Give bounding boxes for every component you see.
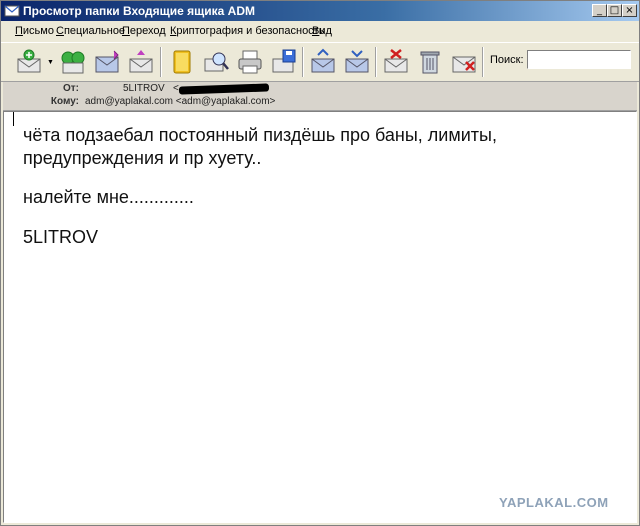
chevron-down-icon[interactable]: ▼ xyxy=(47,59,54,66)
toolbar-separator xyxy=(302,47,304,77)
save-button[interactable] xyxy=(269,47,299,77)
menu-letter-accel: П xyxy=(15,25,23,37)
message-line: чёта подзаебал постоянный пиздёшь про ба… xyxy=(23,125,497,145)
delete-mark-button[interactable] xyxy=(381,47,411,77)
message-signature: 5LITROV xyxy=(23,227,99,247)
menu-view[interactable]: Вид xyxy=(312,25,332,37)
address-book-button[interactable] xyxy=(167,47,197,77)
message-line: предупреждения и пр хуету.. xyxy=(23,148,262,168)
menu-special-accel: С xyxy=(56,25,64,37)
maximize-button[interactable]: □ xyxy=(607,4,622,17)
new-mail-icon xyxy=(17,49,41,73)
from-name[interactable]: 5LITROV xyxy=(123,83,165,94)
menu-crypto[interactable]: Криптография и безопасность xyxy=(170,25,324,37)
toolbar-separator xyxy=(375,47,377,77)
mail-viewer-window: Просмотр папки Входящие ящика ADM _ □ × … xyxy=(0,0,640,526)
menu-special[interactable]: Специальное xyxy=(56,25,125,37)
print-icon xyxy=(238,50,262,74)
print-button[interactable] xyxy=(235,47,265,77)
search-label: Поиск: xyxy=(490,54,524,66)
menu-go[interactable]: Переход xyxy=(122,25,166,37)
window-title: Просмотр папки Входящие ящика ADM xyxy=(23,4,256,18)
find-button[interactable] xyxy=(201,47,231,77)
trash-icon xyxy=(420,51,440,74)
reply-icon xyxy=(95,50,119,73)
to-address[interactable]: adm@yaplakal.com <adm@yaplakal.com> xyxy=(85,96,275,107)
menu-special-text: пециальное xyxy=(63,25,126,37)
to-label: Кому: xyxy=(50,96,79,107)
menu-bar: Письмо Специальное Переход Криптография … xyxy=(1,22,639,41)
toolbar-separator xyxy=(482,47,484,77)
text-cursor xyxy=(13,112,14,126)
menu-letter[interactable]: Письмо xyxy=(15,25,54,37)
menu-go-text: ереход xyxy=(129,25,166,37)
menu-view-text: ид xyxy=(319,25,332,37)
save-icon xyxy=(272,49,296,73)
copy-icon xyxy=(345,50,369,73)
move-icon xyxy=(311,48,335,73)
copy-button[interactable] xyxy=(342,47,372,77)
site-watermark: YAPLAKAL.COM xyxy=(499,495,609,510)
move-button[interactable] xyxy=(308,47,338,77)
from-label: От: xyxy=(62,83,79,94)
search-input[interactable] xyxy=(527,50,631,69)
toolbar-separator xyxy=(160,47,162,77)
close-button[interactable]: × xyxy=(622,4,637,17)
forward-button[interactable] xyxy=(58,47,88,77)
reply-all-icon xyxy=(129,50,153,73)
message-body[interactable] xyxy=(3,111,637,523)
reply-button[interactable] xyxy=(92,47,122,77)
find-icon xyxy=(204,52,229,72)
delete-icon xyxy=(452,56,476,73)
menu-go-accel: П xyxy=(122,25,130,37)
from-address-open: < xyxy=(173,83,179,94)
address-book-icon xyxy=(173,50,191,74)
reply-all-button[interactable] xyxy=(126,47,156,77)
menu-letter-text: исьмо xyxy=(22,25,54,37)
menu-crypto-text: риптография и безопасность xyxy=(176,25,325,37)
mail-app-icon xyxy=(4,5,20,17)
message-line: налейте мне............. xyxy=(23,187,194,207)
forward-icon xyxy=(61,51,85,74)
title-bar[interactable]: Просмотр папки Входящие ящика ADM _ □ × xyxy=(1,1,639,21)
delete-mark-icon xyxy=(384,49,408,73)
minimize-button[interactable]: _ xyxy=(592,4,607,17)
trash-button[interactable] xyxy=(415,47,445,77)
new-mail-button[interactable] xyxy=(14,47,44,77)
message-headers: От: 5LITROV < Кому: adm@yaplakal.com <ad… xyxy=(3,82,637,111)
delete-button[interactable] xyxy=(449,47,479,77)
